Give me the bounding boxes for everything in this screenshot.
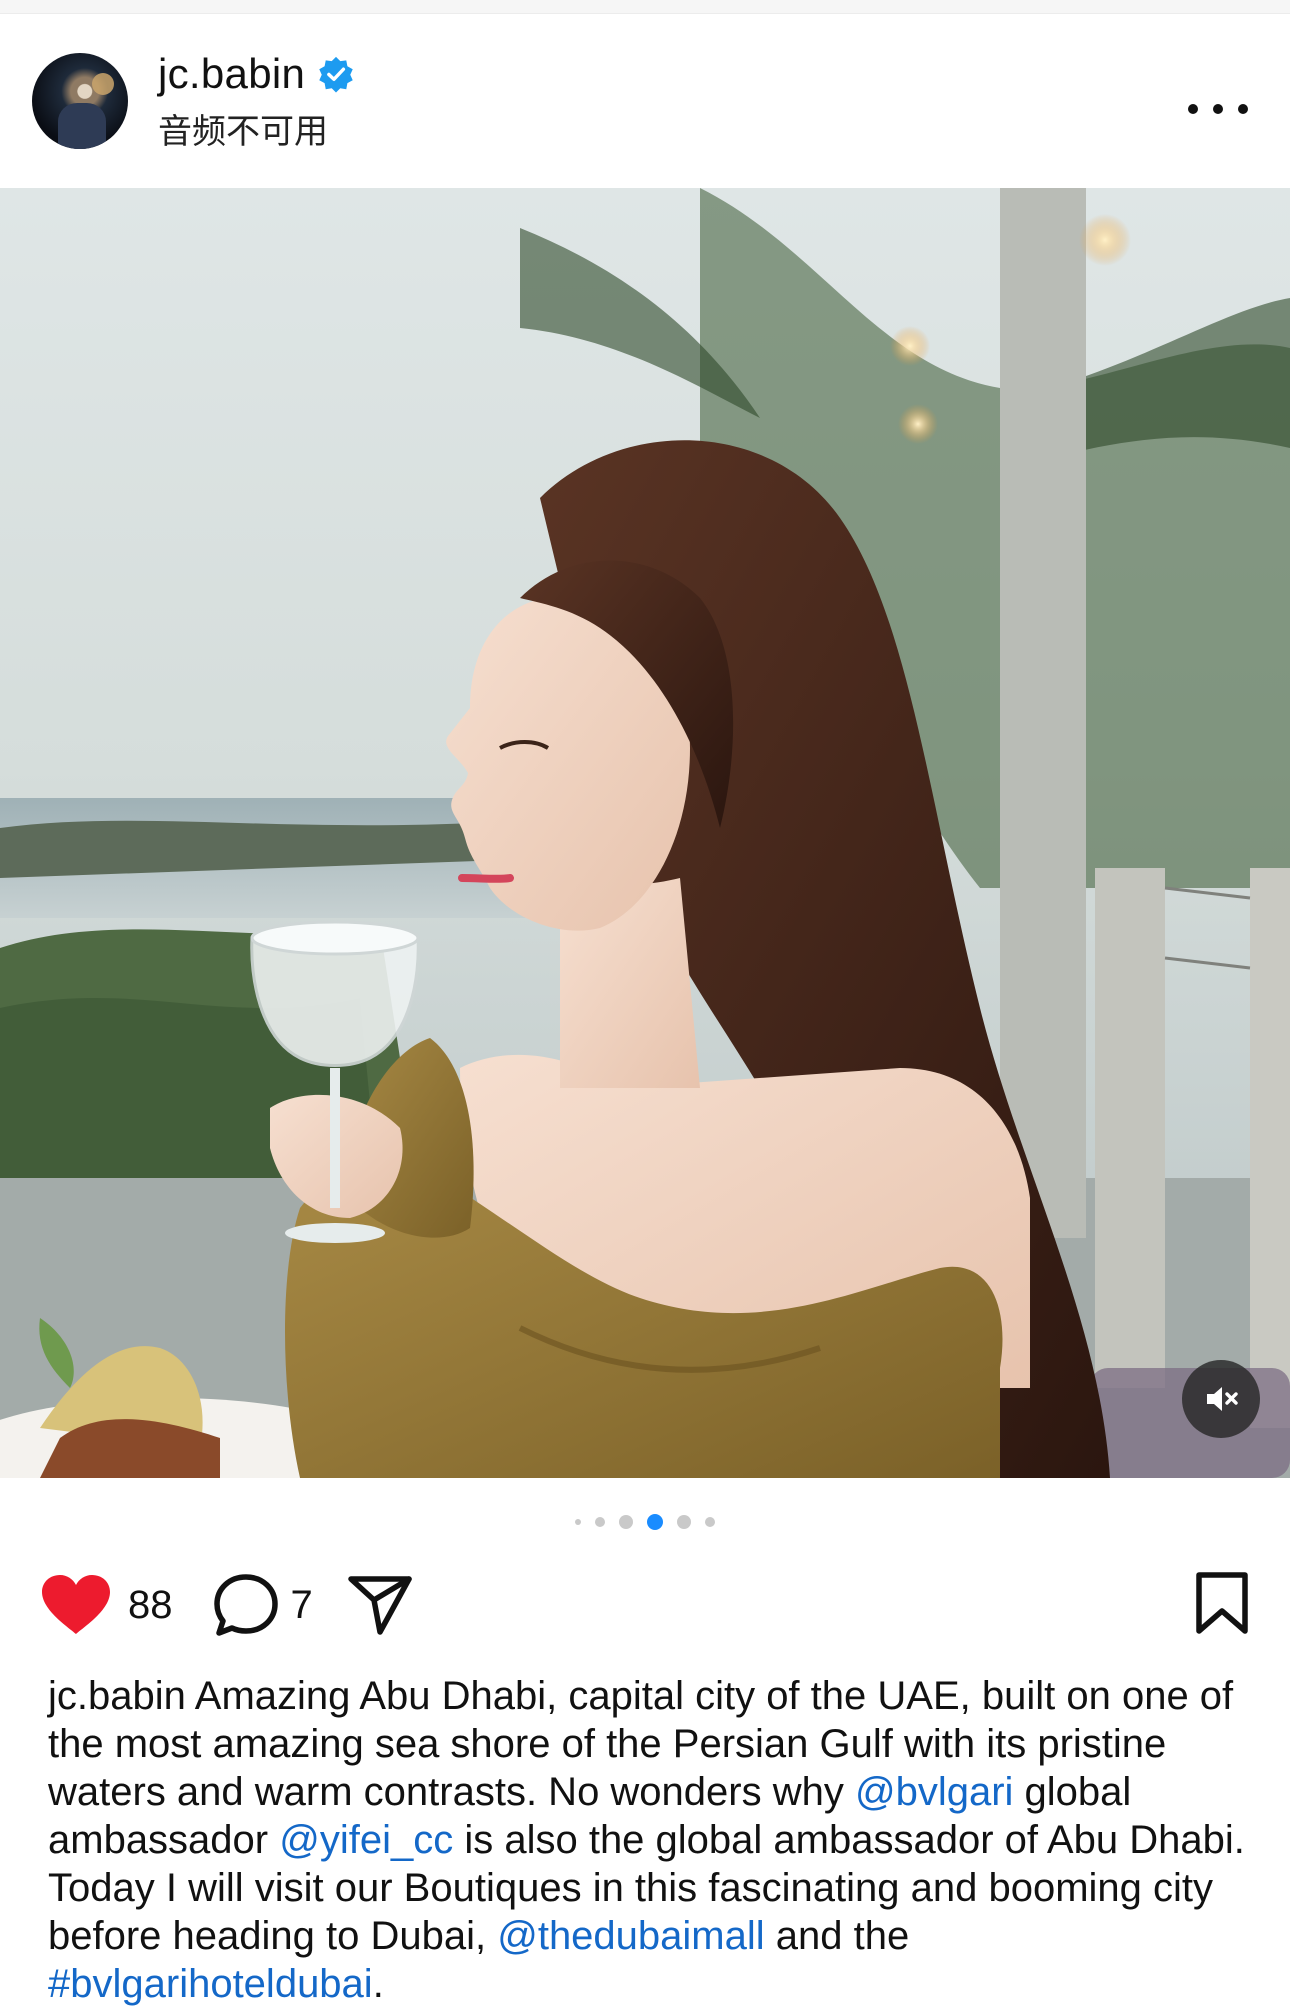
more-dot bbox=[1238, 104, 1248, 114]
mention-bvlgari[interactable]: @bvlgari bbox=[855, 1770, 1013, 1814]
carousel-dot bbox=[677, 1515, 691, 1529]
carousel-dot bbox=[595, 1517, 605, 1527]
like-count[interactable]: 88 bbox=[128, 1583, 173, 1628]
verified-badge-icon bbox=[319, 56, 353, 93]
like-button[interactable]: 88 bbox=[40, 1574, 173, 1636]
caption-text: and the bbox=[764, 1914, 910, 1958]
mention-thedubaimall[interactable]: @thedubaimall bbox=[497, 1914, 764, 1958]
heart-filled-icon bbox=[42, 1575, 110, 1634]
save-button[interactable] bbox=[1194, 1571, 1250, 1640]
caption-text: . bbox=[372, 1962, 384, 2006]
comment-bubble-icon bbox=[213, 1574, 278, 1636]
audio-status: 音频不可用 bbox=[158, 111, 328, 152]
mute-toggle[interactable] bbox=[1182, 1360, 1260, 1438]
share-button[interactable] bbox=[347, 1574, 413, 1636]
more-dot bbox=[1213, 104, 1223, 114]
top-divider bbox=[0, 0, 1290, 14]
send-icon bbox=[348, 1576, 412, 1635]
post-media[interactable] bbox=[0, 188, 1290, 1478]
hashtag-bvlgarihoteldubai[interactable]: #bvlgarihoteldubai bbox=[48, 1962, 373, 2006]
action-bar: 88 7 bbox=[40, 1565, 1250, 1645]
user-row: jc.babin bbox=[158, 50, 355, 98]
carousel-indicator bbox=[0, 1512, 1290, 1532]
comment-button[interactable]: 7 bbox=[213, 1573, 313, 1637]
avatar[interactable] bbox=[32, 53, 128, 149]
more-dot bbox=[1188, 104, 1198, 114]
avatar-light bbox=[92, 73, 114, 95]
post-header: jc.babin 音频不可用 bbox=[0, 14, 1290, 188]
post-caption: jc.babin Amazing Abu Dhabi, capital city… bbox=[48, 1672, 1248, 2008]
carousel-dot bbox=[575, 1519, 581, 1525]
muted-speaker-icon bbox=[1207, 1387, 1238, 1411]
username[interactable]: jc.babin bbox=[158, 50, 305, 98]
bookmark-icon bbox=[1196, 1572, 1248, 1634]
user-block: jc.babin 音频不可用 bbox=[158, 50, 355, 153]
comment-count[interactable]: 7 bbox=[291, 1583, 313, 1628]
avatar-figure bbox=[58, 103, 106, 149]
mention-yifei-cc[interactable]: @yifei_cc bbox=[279, 1818, 453, 1862]
carousel-dot bbox=[619, 1515, 633, 1529]
caption-username[interactable]: jc.babin bbox=[48, 1674, 186, 1718]
post-photo bbox=[0, 188, 1290, 1478]
carousel-dot-active bbox=[647, 1514, 663, 1530]
more-options-icon[interactable] bbox=[1188, 94, 1248, 124]
carousel-dot bbox=[705, 1517, 715, 1527]
